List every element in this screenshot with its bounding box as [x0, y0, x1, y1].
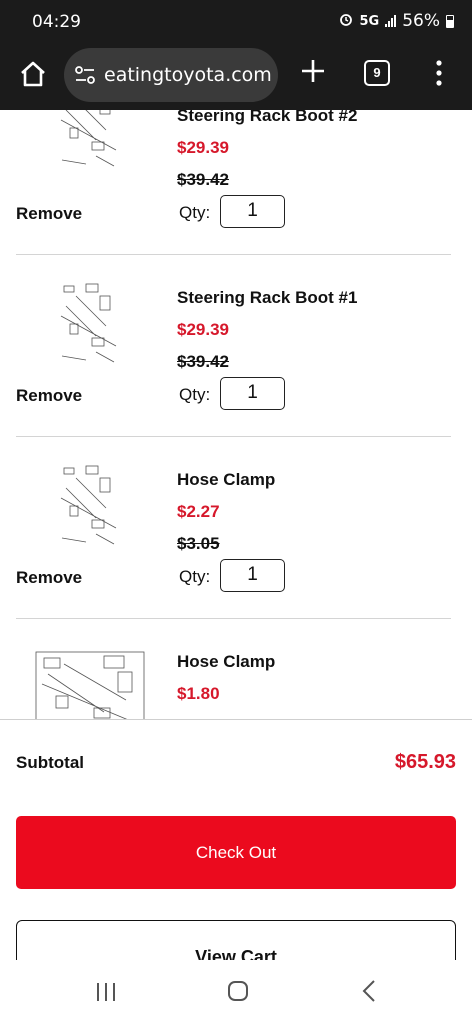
item-divider — [16, 436, 451, 437]
nav-back-icon[interactable] — [362, 979, 376, 1003]
item-price: $2.27 — [177, 502, 220, 521]
qty-input[interactable]: 1 — [220, 559, 285, 592]
status-icons: 5G 56% — [339, 11, 454, 31]
part-diagram-image — [35, 651, 145, 720]
part-diagram-image — [60, 283, 117, 363]
cart-item: Hose Clamp $2.27 $3.05 Remove Qty: 1 — [0, 444, 472, 626]
item-name[interactable]: Hose Clamp — [177, 470, 275, 490]
site-settings-icon[interactable] — [74, 64, 96, 86]
cart-item: Hose Clamp $1.80 — [0, 626, 472, 720]
status-bar: 04:29 5G 56% — [0, 0, 472, 44]
menu-icon[interactable] — [436, 60, 442, 86]
battery-icon — [446, 14, 454, 28]
remove-button[interactable]: Remove — [16, 204, 82, 224]
subtotal-label: Subtotal — [16, 753, 84, 772]
qty-input[interactable]: 1 — [220, 195, 285, 228]
qty-label: Qty: — [179, 203, 211, 222]
item-divider — [16, 618, 451, 619]
cart-item-list: Steering Rack Boot #2 $29.39 $39.42 Remo… — [0, 110, 472, 720]
item-original-price: $3.05 — [177, 534, 220, 553]
system-nav-bar — [0, 960, 472, 1023]
part-diagram-image — [60, 110, 117, 167]
item-original-price: $39.42 — [177, 352, 229, 371]
address-bar[interactable]: eatingtoyota.com — [64, 48, 278, 102]
qty-input[interactable]: 1 — [220, 377, 285, 410]
nav-home-icon[interactable] — [227, 980, 249, 1002]
item-price: $1.80 — [177, 684, 220, 703]
item-name[interactable]: Steering Rack Boot #2 — [177, 110, 357, 126]
cart-item: Steering Rack Boot #1 $29.39 $39.42 Remo… — [0, 262, 472, 444]
new-tab-icon[interactable] — [300, 58, 326, 84]
item-name[interactable]: Steering Rack Boot #1 — [177, 288, 357, 308]
url-text: eatingtoyota.com — [104, 64, 272, 86]
item-original-price: $39.42 — [177, 170, 229, 189]
qty-label: Qty: — [179, 385, 211, 404]
browser-toolbar: eatingtoyota.com 9 — [0, 44, 472, 110]
item-price: $29.39 — [177, 320, 229, 339]
alarm-icon — [339, 11, 353, 31]
network-type: 5G — [359, 13, 380, 29]
subtotal-value: $65.93 — [394, 751, 456, 773]
part-diagram-image — [60, 465, 117, 545]
cart-item: Steering Rack Boot #2 $29.39 $39.42 Remo… — [0, 110, 472, 262]
checkout-button[interactable]: Check Out — [16, 816, 456, 889]
signal-icon — [385, 15, 397, 27]
tabs-icon[interactable]: 9 — [364, 60, 390, 86]
item-price: $29.39 — [177, 138, 229, 157]
qty-label: Qty: — [179, 567, 211, 586]
item-name[interactable]: Hose Clamp — [177, 652, 275, 672]
status-time: 04:29 — [32, 12, 81, 32]
recent-apps-icon[interactable] — [95, 982, 117, 1002]
battery-percent: 56% — [402, 11, 440, 31]
home-icon[interactable] — [18, 59, 48, 89]
remove-button[interactable]: Remove — [16, 386, 82, 406]
summary-divider — [0, 719, 472, 720]
item-divider — [16, 254, 451, 255]
remove-button[interactable]: Remove — [16, 568, 82, 588]
